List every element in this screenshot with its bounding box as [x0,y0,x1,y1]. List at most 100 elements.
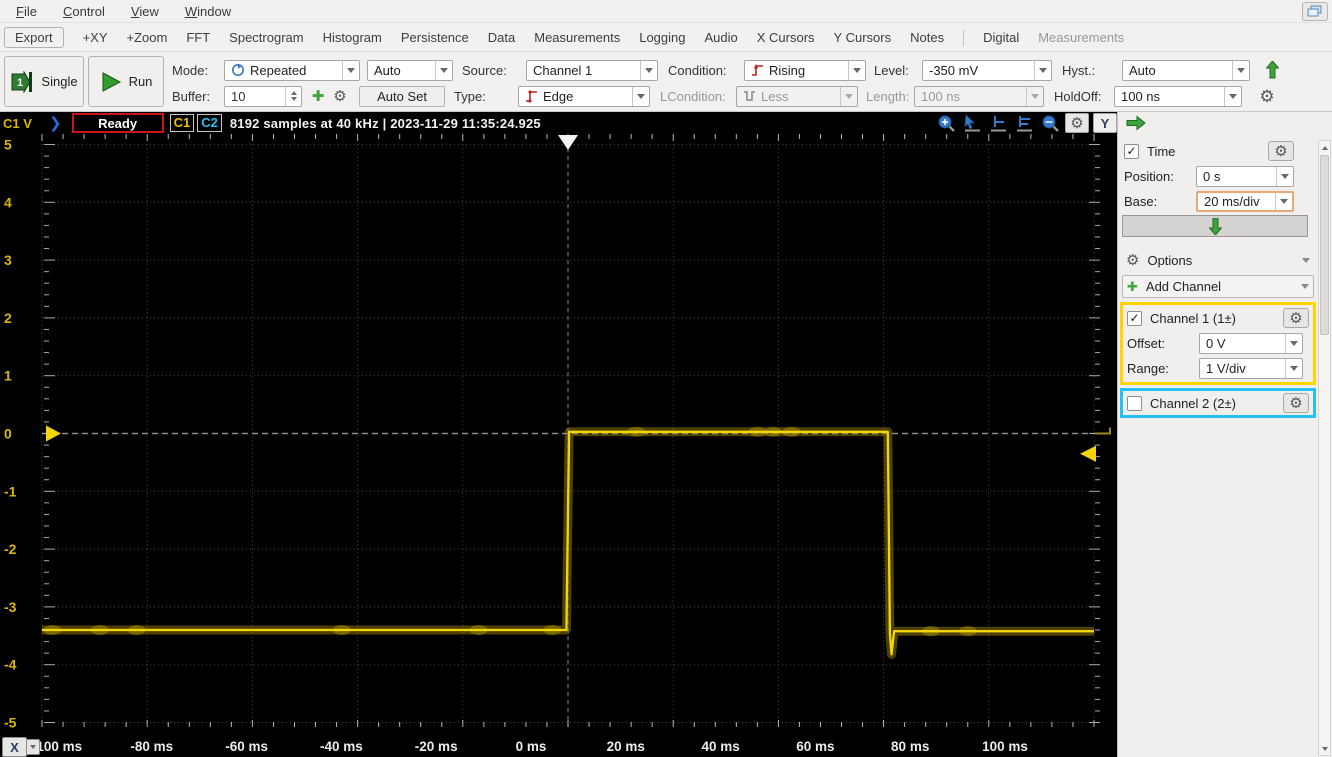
view-export[interactable]: Export [4,27,64,48]
menu-view[interactable]: View [131,4,159,19]
gear-icon: ⚙ [1126,252,1140,269]
scroll-up-arrow-icon[interactable] [1266,61,1279,79]
view-y-cursors[interactable]: Y Cursors [834,30,892,45]
scope-plot-area[interactable]: 5 4 3 2 1 0 -1 -2 -3 -4 -5 -100 ms -80 ms -60 ms -40 m… [0,134,1117,757]
channel2-badge[interactable]: C2 [197,114,222,132]
rising-edge-icon [752,64,763,76]
svg-text:-20 ms: -20 ms [415,739,458,754]
level-combo[interactable]: -350 mV [922,59,1052,81]
menu-control[interactable]: Control [63,4,105,19]
lcondition-label: LCondition: [660,88,726,104]
view-measurements[interactable]: Measurements [534,30,620,45]
trigger-settings-button[interactable]: ⚙ [1256,86,1278,107]
plot-settings-button[interactable]: ⚙ [1065,113,1089,133]
zoom-fit-button[interactable] [1039,113,1061,133]
sidebar-scrollbar[interactable] [1318,140,1331,756]
lcondition-combo[interactable]: Less [736,85,858,107]
position-combo[interactable]: 0 s [1196,165,1294,187]
channel1-settings-button[interactable]: ⚙ [1283,308,1309,328]
pointer-tool-button[interactable] [961,113,983,133]
add-buffer-button[interactable]: ✚ [307,86,329,107]
view-toolbar: Export +XY +Zoom FFT Spectrogram Histogram Per… [0,24,1332,52]
condition-combo[interactable]: Rising [744,59,866,81]
time-checkbox[interactable]: ✓ [1124,143,1139,159]
menu-window[interactable]: Window [185,4,231,19]
x-axis-dropdown[interactable] [27,739,40,755]
scrollbar-up-arrow[interactable] [1319,141,1330,154]
run-button[interactable]: Run [88,56,164,107]
buffer-settings-button[interactable]: ⚙ [329,86,351,107]
type-combo[interactable]: Edge [518,85,650,107]
scrollbar-thumb[interactable] [1320,155,1329,335]
menu-file[interactable]: File [16,4,37,19]
view-notes[interactable]: Notes [910,30,944,45]
svg-text:-60 ms: -60 ms [225,739,268,754]
plus-icon: ✚ [311,87,325,105]
range-combo[interactable]: 1 V/div [1199,358,1303,379]
view-audio[interactable]: Audio [705,30,738,45]
view-plus-xy[interactable]: +XY [83,30,108,45]
view-digital[interactable]: Digital [983,30,1019,45]
y-cursor-tool-button[interactable] [1013,113,1035,133]
mode-combo[interactable]: Repeated [224,59,360,81]
view-spectrogram[interactable]: Spectrogram [229,30,303,45]
view-histogram[interactable]: Histogram [323,30,382,45]
view-x-cursors[interactable]: X Cursors [757,30,815,45]
single-button[interactable]: 1 Single [4,56,84,107]
svg-text:-40 ms: -40 ms [320,739,363,754]
position-label: Position: [1124,168,1174,184]
svg-text:60 ms: 60 ms [796,739,834,754]
repeated-mode-icon [232,63,244,76]
chevron-down-icon [347,67,355,73]
base-combo[interactable]: 20 ms/div [1196,190,1294,212]
spin-down-icon[interactable] [290,97,297,101]
hyst-combo[interactable]: Auto [1122,59,1250,81]
source-combo[interactable]: Channel 1 [526,59,658,81]
scrollbar-down-arrow[interactable] [1319,742,1330,755]
waveforms-scope-window: File Control View Window Export +XY +Zoom FFT S… [0,0,1332,757]
view-plus-zoom[interactable]: +Zoom [127,30,168,45]
x-cursor-tool-button[interactable] [987,113,1009,133]
y-axis-button[interactable]: Y [1093,113,1117,133]
gear-icon: ⚙ [1274,142,1288,160]
gear-icon: ⚙ [1070,114,1084,132]
view-fft[interactable]: FFT [186,30,210,45]
plot-status-bar: C1 V ❯ Ready C1 C2 8192 samples at 40 kH… [0,112,1117,134]
collapse-panel-arrow-icon[interactable] [1125,115,1147,131]
add-channel-button[interactable]: ✚ Add Channel [1122,275,1314,298]
mode-value: Repeated [250,62,307,78]
x-axis-button[interactable]: X [2,737,27,757]
view-logging[interactable]: Logging [639,30,685,45]
view-data[interactable]: Data [488,30,515,45]
gear-icon: ⚙ [1259,86,1275,106]
options-label: Options [1147,253,1193,268]
svg-text:40 ms: 40 ms [701,739,739,754]
spin-up-icon[interactable] [290,91,297,95]
options-row[interactable]: ⚙ Options [1122,249,1314,272]
offset-combo[interactable]: 0 V [1199,333,1303,354]
view-persistence[interactable]: Persistence [401,30,469,45]
channel2-settings-button[interactable]: ⚙ [1283,393,1309,413]
zoom-fit-icon [1042,115,1059,132]
mode-auto-combo[interactable]: Auto [367,59,453,81]
move-panel-down-button[interactable] [1122,215,1308,237]
position-value: 0 s [1203,168,1221,184]
restore-windows-button[interactable] [1302,2,1328,21]
time-settings-button[interactable]: ⚙ [1268,141,1294,161]
panel-divider [1117,112,1118,757]
expand-chevron-icon[interactable]: ❯ [49,114,62,132]
lcondition-value: Less [761,88,789,104]
chevron-down-icon [1281,173,1289,179]
range-value: 1 V/div [1206,361,1246,376]
level-label: Level: [874,62,909,78]
channel1-checkbox[interactable]: ✓ [1127,310,1142,326]
base-value: 20 ms/div [1204,193,1260,209]
zoom-in-button[interactable] [935,113,957,133]
menu-bar: File Control View Window [0,0,1332,23]
holdoff-combo[interactable]: 100 ns [1114,85,1242,107]
auto-set-button[interactable]: Auto Set [359,85,445,107]
channel2-checkbox[interactable] [1127,395,1142,411]
length-combo[interactable]: 100 ns [914,85,1044,107]
buffer-spinner[interactable]: 10 [224,85,302,107]
channel1-badge[interactable]: C1 [169,114,195,132]
